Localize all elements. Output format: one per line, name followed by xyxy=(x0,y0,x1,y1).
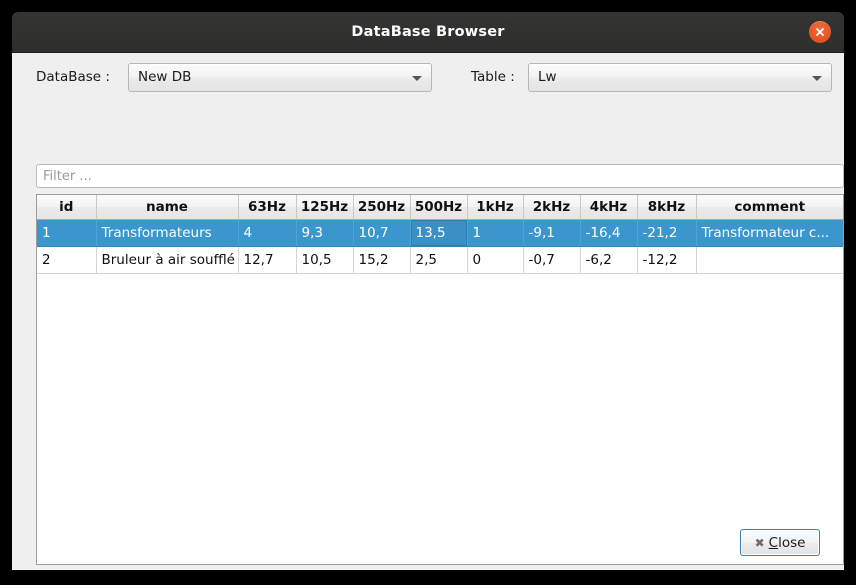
window-titlebar: DataBase Browser xyxy=(12,12,844,53)
records-table[interactable]: id name 63Hz 125Hz 250Hz 500Hz 1kHz 2kHz 4kHz 8kH… xyxy=(36,194,844,565)
table-cell[interactable]: 1 xyxy=(467,219,524,247)
table-cell[interactable]: 10,7 xyxy=(353,219,411,247)
x-mark-icon: ✖ xyxy=(754,535,765,550)
table-cell[interactable]: -16,4 xyxy=(580,219,638,247)
table-cell[interactable]: 0 xyxy=(467,246,524,274)
table-column-header[interactable]: name xyxy=(96,195,239,220)
close-button-label-rest: lose xyxy=(778,534,806,551)
close-button[interactable]: ✖ Close xyxy=(740,529,820,556)
table-combobox-value: Lw xyxy=(538,69,557,85)
table-cell[interactable]: 10,5 xyxy=(296,246,354,274)
table-combobox[interactable]: Lw xyxy=(528,63,832,92)
window-body: DataBase : New DB Table : Lw idname xyxy=(12,53,844,570)
table-body: 1 Transformateurs 4 9,3 10,7 13,5 1 -9,1 -16,4 -2… xyxy=(37,219,843,274)
table-label: Table : xyxy=(471,69,515,85)
chevron-down-icon xyxy=(412,76,422,81)
table-column-header[interactable]: 1kHz xyxy=(467,195,524,220)
table-cell[interactable]: -9,1 xyxy=(523,219,581,247)
table-cell[interactable]: -12,2 xyxy=(637,246,697,274)
table-column-header[interactable]: 2kHz xyxy=(523,195,581,220)
table-cell[interactable]: -0,7 xyxy=(523,246,581,274)
table-row[interactable]: 1 Transformateurs 4 9,3 10,7 13,5 1 -9,1 -16,4 -2… xyxy=(37,219,843,247)
records-grid: id name 63Hz 125Hz 250Hz 500Hz 1kHz 2kHz 4kHz 8kH… xyxy=(37,195,843,274)
table-cell[interactable]: 13,5 xyxy=(410,219,468,247)
table-cell[interactable]: 1 xyxy=(37,219,97,247)
table-cell[interactable]: 15,2 xyxy=(353,246,411,274)
close-button-mnemonic: C xyxy=(768,534,779,551)
table-column-header[interactable]: id xyxy=(37,195,97,220)
table-cell[interactable]: 2,5 xyxy=(410,246,468,274)
table-cell[interactable] xyxy=(696,246,843,274)
table-column-header[interactable]: 8kHz xyxy=(637,195,697,220)
window-close-icon[interactable] xyxy=(809,21,831,43)
table-cell[interactable]: 4 xyxy=(238,219,297,247)
table-cell[interactable]: -6,2 xyxy=(580,246,638,274)
database-label: DataBase : xyxy=(36,69,110,85)
table-cell[interactable]: 12,7 xyxy=(238,246,297,274)
table-row[interactable]: 2 Bruleur à air soufflé 12,7 10,5 15,2 2,5 0 -0… xyxy=(37,246,843,274)
table-column-header[interactable]: comment xyxy=(696,195,843,220)
database-combobox-value: New DB xyxy=(138,69,192,85)
table-column-header[interactable]: 250Hz xyxy=(353,195,411,220)
table-cell[interactable]: Transformateur c... xyxy=(696,219,843,247)
table-header-row: id name 63Hz 125Hz 250Hz 500Hz 1kHz 2kHz 4kHz 8kH… xyxy=(37,195,843,220)
table-column-header[interactable]: 125Hz xyxy=(296,195,354,220)
table-cell[interactable]: Transformateurs xyxy=(96,219,239,247)
database-browser-window: DataBase Browser DataBase : New DB Table… xyxy=(12,12,844,570)
table-cell[interactable]: 2 xyxy=(37,246,97,274)
chevron-down-icon xyxy=(812,76,822,81)
table-cell[interactable]: Bruleur à air soufflé xyxy=(96,246,239,274)
window-title: DataBase Browser xyxy=(351,24,505,40)
table-column-header[interactable]: 500Hz xyxy=(410,195,468,220)
close-button-label: Close xyxy=(769,535,806,551)
selection-controls-row: DataBase : New DB Table : Lw xyxy=(12,63,844,95)
table-column-header[interactable]: 63Hz xyxy=(238,195,297,220)
table-column-header[interactable]: 4kHz xyxy=(580,195,638,220)
table-cell[interactable]: 9,3 xyxy=(296,219,354,247)
table-cell[interactable]: -21,2 xyxy=(637,219,697,247)
database-combobox[interactable]: New DB xyxy=(128,63,432,92)
filter-input[interactable] xyxy=(36,164,844,188)
